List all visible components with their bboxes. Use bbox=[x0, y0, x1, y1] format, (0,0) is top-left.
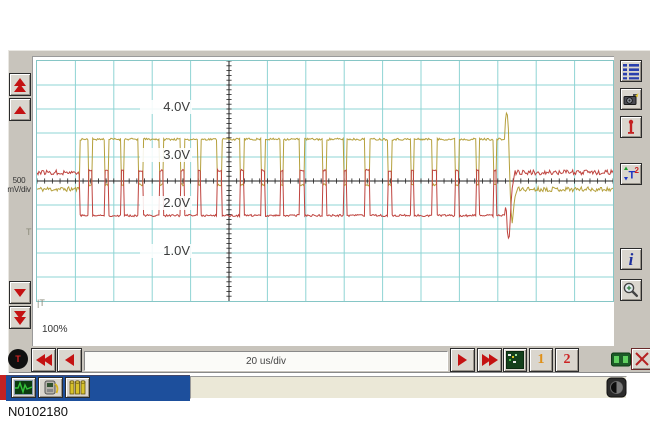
close-icon bbox=[634, 351, 650, 367]
data-records-button[interactable] bbox=[65, 377, 90, 398]
down-arrow-icon bbox=[14, 289, 26, 297]
status-progress-track bbox=[190, 376, 627, 399]
timebase-label: 20 us/div bbox=[246, 356, 286, 367]
timebase-display: 20 us/div bbox=[84, 351, 448, 371]
forward-fast-button[interactable] bbox=[477, 348, 502, 372]
scale-down-fast-button[interactable] bbox=[9, 306, 31, 329]
left-arrow-icon bbox=[65, 354, 74, 366]
cursor-marker-icon bbox=[622, 118, 640, 136]
double-up-arrow-icon bbox=[14, 79, 26, 91]
waveform-tool-button[interactable] bbox=[11, 377, 36, 398]
rewind-button[interactable] bbox=[57, 348, 82, 372]
trigger-settings-button[interactable]: T 2 bbox=[620, 163, 642, 185]
menu-button[interactable] bbox=[620, 60, 642, 82]
zoom-icon bbox=[622, 281, 640, 299]
info-icon: i bbox=[629, 251, 634, 268]
y-tick-label-1v: 1.0V bbox=[140, 244, 192, 258]
screen-capture-icon bbox=[506, 351, 524, 369]
trigger-level-marker[interactable]: T bbox=[26, 228, 32, 237]
trigger-time-marker[interactable]: |T bbox=[37, 299, 45, 308]
measurement-device-icon bbox=[42, 379, 60, 396]
close-button[interactable] bbox=[631, 348, 650, 370]
connection-icon bbox=[611, 352, 631, 367]
scale-up-fast-button[interactable] bbox=[9, 73, 31, 96]
zoom-percent-label: 100% bbox=[42, 324, 68, 335]
scale-unit: mV/div bbox=[5, 185, 33, 194]
play-button[interactable] bbox=[450, 348, 475, 372]
cursor-marker-button[interactable] bbox=[620, 116, 642, 138]
scale-value: 500 bbox=[5, 176, 33, 185]
measurement-device-button[interactable] bbox=[38, 377, 63, 398]
svg-text:2: 2 bbox=[635, 166, 640, 175]
channel-1-button[interactable]: 1 bbox=[529, 348, 553, 372]
channel-2-button[interactable]: 2 bbox=[555, 348, 579, 372]
vertical-scale-label: 500 mV/div bbox=[5, 176, 33, 194]
trigger-settings-icon: T 2 bbox=[622, 165, 640, 183]
rewind-fast-button[interactable] bbox=[31, 348, 56, 372]
scale-up-button[interactable] bbox=[9, 98, 31, 121]
y-tick-label-4v: 4.0V bbox=[140, 100, 192, 114]
up-arrow-icon bbox=[14, 106, 26, 114]
y-tick-label-3v: 3.0V bbox=[140, 148, 192, 162]
double-left-arrow-icon bbox=[37, 354, 51, 366]
double-down-arrow-icon bbox=[14, 312, 26, 324]
data-records-icon bbox=[68, 379, 87, 396]
contrast-toggle-icon bbox=[606, 377, 627, 398]
trigger-indicator-icon: T bbox=[15, 354, 21, 364]
trigger-indicator[interactable]: T bbox=[8, 349, 28, 369]
double-right-arrow-icon bbox=[483, 354, 497, 366]
scale-down-button[interactable] bbox=[9, 281, 31, 304]
camera-icon bbox=[622, 90, 640, 108]
graticule bbox=[36, 60, 614, 302]
menu-icon bbox=[622, 62, 640, 80]
channel-1-label: 1 bbox=[538, 352, 545, 368]
zoom-button[interactable] bbox=[620, 279, 642, 301]
info-button[interactable]: i bbox=[620, 248, 642, 270]
screen-capture-button[interactable] bbox=[503, 348, 527, 372]
channel-2-label: 2 bbox=[564, 352, 571, 368]
figure-id: N0102180 bbox=[8, 404, 68, 419]
y-tick-label-2v: 2.0V bbox=[140, 196, 192, 210]
screenshot-button[interactable] bbox=[620, 88, 642, 110]
right-arrow-icon bbox=[458, 354, 467, 366]
contrast-toggle-button[interactable] bbox=[606, 377, 627, 398]
waveform-tool-icon bbox=[14, 380, 33, 395]
